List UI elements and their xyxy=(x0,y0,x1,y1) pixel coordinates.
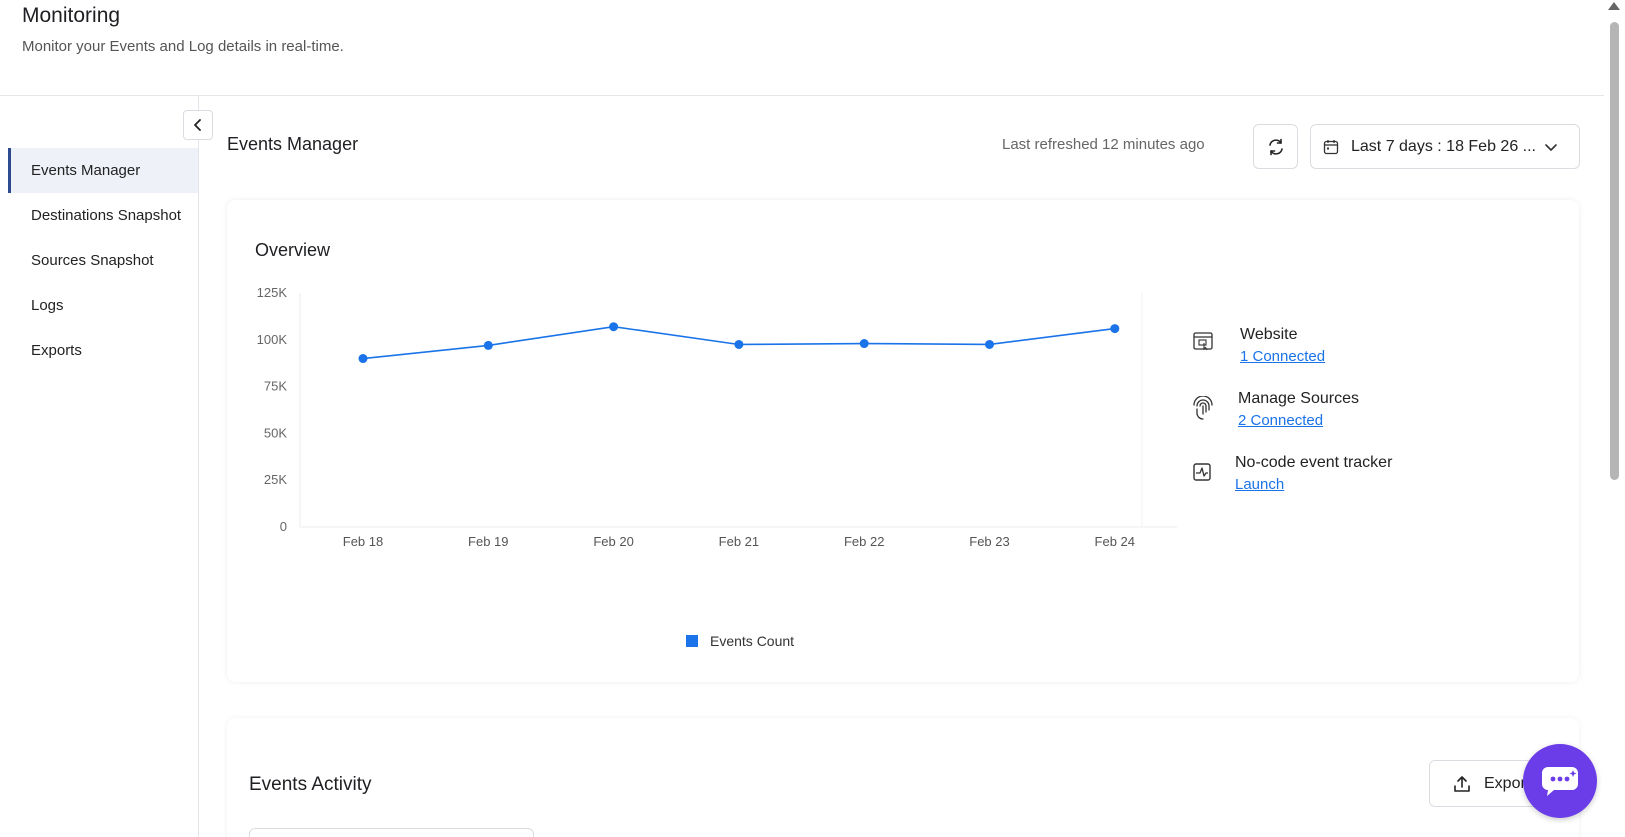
manage-sources-connected-link[interactable]: 2 Connected xyxy=(1238,412,1323,429)
section-title: Events Manager xyxy=(227,134,359,154)
collapse-sidebar-button[interactable] xyxy=(183,110,213,140)
data-point xyxy=(483,340,493,350)
x-tick-label: Feb 19 xyxy=(468,534,508,549)
chart-legend[interactable]: Events Count xyxy=(686,633,794,649)
sidebar-item-logs[interactable]: Logs xyxy=(8,283,198,328)
no-code-tracker-label: No-code event tracker xyxy=(1235,454,1393,471)
chat-support-button[interactable] xyxy=(1523,744,1597,818)
calendar-icon xyxy=(1323,139,1339,154)
overview-card: Overview 0 25K 50K 75K 100K 125K Feb 18 Feb 19 F… xyxy=(227,200,1579,682)
sidebar-item-exports[interactable]: Exports xyxy=(8,328,198,373)
fingerprint-icon xyxy=(1193,396,1213,420)
sidebar-item-destinations-snapshot[interactable]: Destinations Snapshot xyxy=(8,193,198,238)
data-point xyxy=(859,339,869,349)
manage-sources-label: Manage Sources xyxy=(1238,390,1359,407)
y-tick-label: 0 xyxy=(280,519,287,534)
events-activity-title: Events Activity xyxy=(249,774,372,795)
website-icon xyxy=(1193,332,1213,351)
refresh-button[interactable] xyxy=(1253,124,1298,169)
date-range-picker[interactable]: Last 7 days : 18 Feb 26 ... xyxy=(1310,124,1580,169)
refresh-icon xyxy=(1268,138,1283,155)
x-tick-label: Feb 18 xyxy=(343,534,383,549)
y-tick-label: 125K xyxy=(257,285,288,300)
page-header: Monitoring Monitor your Events and Log d… xyxy=(0,0,1604,96)
y-tick-label: 50K xyxy=(264,425,287,440)
y-tick-label: 100K xyxy=(257,332,288,347)
x-tick-label: Feb 23 xyxy=(969,534,1009,549)
website-connected-link[interactable]: 1 Connected xyxy=(1240,348,1325,365)
x-tick-label: Feb 24 xyxy=(1095,534,1135,549)
events-activity-card: Events Activity Export xyxy=(227,718,1579,837)
data-point xyxy=(609,322,619,332)
page-title: Monitoring xyxy=(22,4,121,27)
legend-label: Events Count xyxy=(710,633,795,649)
data-point xyxy=(734,339,744,349)
y-tick-label: 25K xyxy=(264,472,287,487)
x-tick-label: Feb 22 xyxy=(844,534,884,549)
sidebar-item-events-manager[interactable]: Events Manager xyxy=(8,148,198,193)
data-point xyxy=(985,339,994,349)
scroll-up-arrow-icon[interactable] xyxy=(1608,2,1620,10)
sidebar: Events Manager Destinations Snapshot Sou… xyxy=(0,96,213,837)
vertical-scrollbar[interactable] xyxy=(1604,0,1625,837)
page: Monitoring Monitor your Events and Log d… xyxy=(0,0,1625,837)
data-point xyxy=(358,354,368,364)
chat-icon xyxy=(1542,767,1578,796)
chevron-down-icon xyxy=(1545,143,1557,151)
y-tick-label: 75K xyxy=(264,379,287,394)
data-point xyxy=(1110,324,1120,334)
sidebar-nav: Events Manager Destinations Snapshot Sou… xyxy=(8,148,198,373)
page-subtitle: Monitor your Events and Log details in r… xyxy=(22,38,344,55)
x-tick-label: Feb 21 xyxy=(719,534,759,549)
scrollbar-thumb[interactable] xyxy=(1610,22,1619,480)
date-range-label: Last 7 days : 18 Feb 26 ... xyxy=(1351,137,1536,155)
overview-side-panel: Website 1 Connected Manage Sources 2 Con… xyxy=(1183,300,1443,550)
website-label: Website xyxy=(1240,326,1298,343)
sidebar-item-sources-snapshot[interactable]: Sources Snapshot xyxy=(8,238,198,283)
activity-search-input[interactable] xyxy=(249,828,534,837)
upload-icon xyxy=(1454,775,1470,792)
legend-swatch xyxy=(686,635,698,647)
tracker-icon xyxy=(1193,463,1211,481)
launch-tracker-link[interactable]: Launch xyxy=(1235,476,1284,493)
x-tick-label: Feb 20 xyxy=(593,534,633,549)
chevron-left-icon xyxy=(194,119,201,131)
last-refreshed-text: Last refreshed 12 minutes ago xyxy=(1002,136,1205,153)
